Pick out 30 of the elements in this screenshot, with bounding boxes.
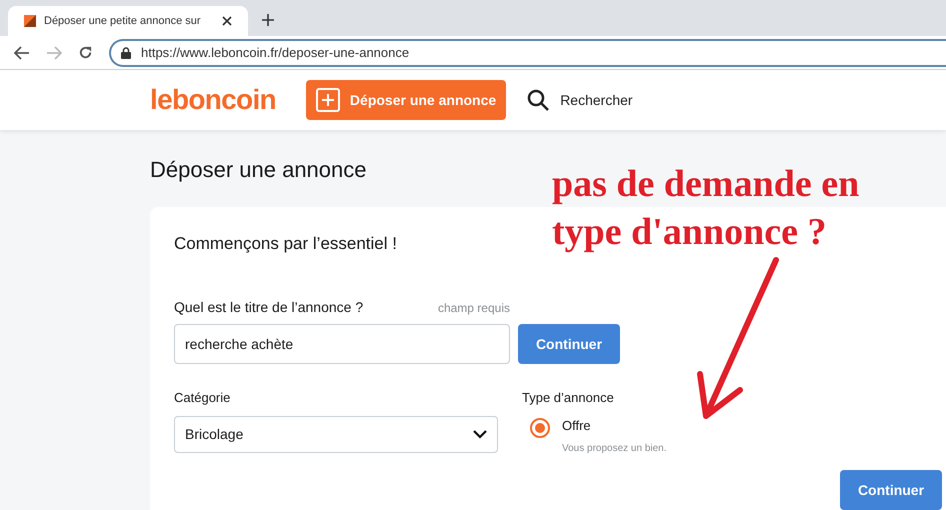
category-label: Catégorie <box>174 389 232 407</box>
search-button[interactable]: Rechercher <box>526 88 633 112</box>
favicon-icon <box>24 15 36 27</box>
plus-icon <box>316 88 340 112</box>
tab-title: Déposer une petite annonce sur <box>44 14 202 29</box>
continue-button[interactable]: Continuer <box>518 324 620 364</box>
field-label: Quel est le titre de l’annonce ? <box>174 298 364 317</box>
chevron-down-icon <box>473 430 487 438</box>
required-hint: champ requis <box>438 300 510 317</box>
ad-type-label: Type d’annonce <box>522 389 615 407</box>
back-icon[interactable] <box>14 46 30 60</box>
browser-tab[interactable]: Déposer une petite annonce sur <box>8 6 248 36</box>
continue-button[interactable]: Continuer <box>840 470 942 510</box>
title-field[interactable]: recherche achète <box>174 324 510 364</box>
lock-icon <box>121 46 131 58</box>
url-text: https://www.leboncoin.fr/deposer-une-annonce <box>141 44 410 62</box>
close-icon[interactable] <box>222 16 232 26</box>
option-label: Offre <box>562 416 592 434</box>
search-icon <box>526 88 550 112</box>
page-title: Déposer une annonce <box>150 156 366 184</box>
annotation-text: type d'annonce ? <box>552 210 828 255</box>
category-select[interactable]: Bricolage <box>174 416 498 452</box>
new-tab-icon[interactable] <box>262 14 274 26</box>
option-description: Vous proposez un bien. <box>562 442 667 456</box>
reload-icon[interactable] <box>78 45 93 60</box>
form-heading: Commençons par l’essentiel ! <box>174 233 397 255</box>
annotation-text: pas de demande en <box>552 162 860 207</box>
select-value: Bricolage <box>185 424 244 444</box>
radio-button[interactable] <box>530 418 550 438</box>
address-field[interactable]: https://www.leboncoin.fr/deposer-une-annonce <box>109 38 946 66</box>
